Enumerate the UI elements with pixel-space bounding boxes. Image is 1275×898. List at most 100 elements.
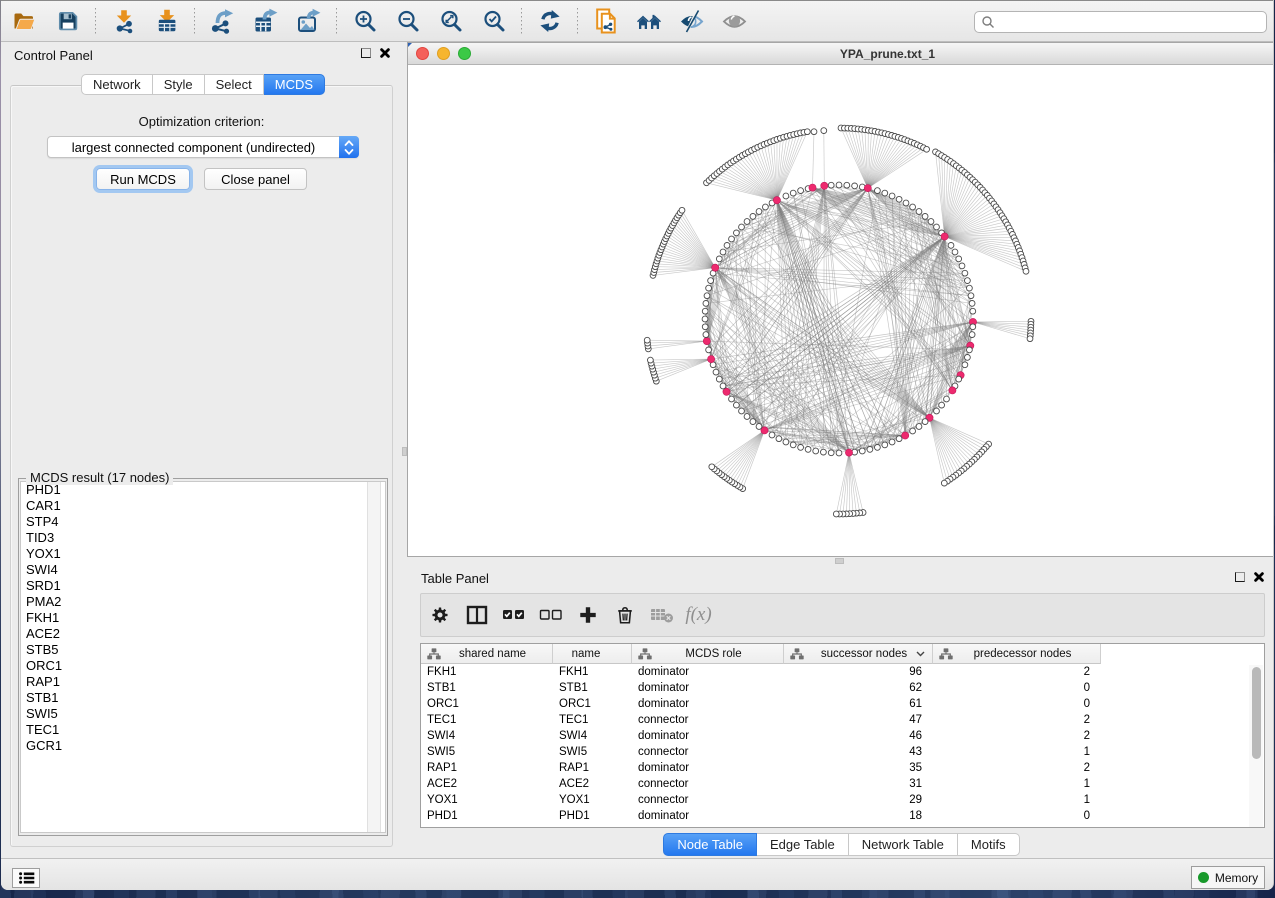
open-file-icon[interactable] <box>12 8 38 34</box>
table-cell: 31 <box>784 776 933 792</box>
status-bar: Memory <box>1 858 1274 890</box>
mcds-node-item[interactable]: SWI5 <box>21 706 385 722</box>
close-window-icon[interactable] <box>416 47 429 60</box>
search-field[interactable] <box>974 11 1267 33</box>
mcds-node-item[interactable]: TID3 <box>21 530 385 546</box>
table-cell: FKH1 <box>553 664 632 680</box>
delete-table-icon[interactable] <box>643 605 680 625</box>
zoom-fit-icon[interactable] <box>438 8 464 34</box>
table-row[interactable]: FKH1FKH1dominator962 <box>421 664 1264 680</box>
tab-network-table[interactable]: Network Table <box>849 833 958 856</box>
node-table-header: shared namenameMCDS rolesuccessor nodesp… <box>421 644 1264 664</box>
column-header-successor-nodes[interactable]: successor nodes <box>784 644 933 664</box>
column-header-shared-name[interactable]: shared name <box>421 644 553 664</box>
control-panel: Control Panel NetworkStyleSelectMCDS Opt… <box>1 42 402 862</box>
select-all-icon[interactable] <box>495 604 532 626</box>
table-scrollbar-thumb[interactable] <box>1252 667 1261 759</box>
mcds-node-item[interactable]: STB5 <box>21 642 385 658</box>
toolbar-separator <box>336 8 337 35</box>
mcds-node-item[interactable]: GCR1 <box>21 738 385 754</box>
deselect-all-icon[interactable] <box>532 604 569 626</box>
eye-icon[interactable] <box>722 8 748 34</box>
tab-node-table[interactable]: Node Table <box>663 833 757 856</box>
table-row[interactable]: TEC1TEC1connector472 <box>421 712 1264 728</box>
table-cell: TEC1 <box>421 712 553 728</box>
close-table-panel-icon[interactable] <box>1254 572 1264 582</box>
table-row[interactable]: SWI4SWI4dominator462 <box>421 728 1264 744</box>
mcds-node-item[interactable]: SRD1 <box>21 578 385 594</box>
network-canvas[interactable] <box>408 65 1274 556</box>
export-network-icon[interactable] <box>210 8 236 34</box>
tab-edge-table[interactable]: Edge Table <box>757 833 849 856</box>
mcds-node-item[interactable]: ORC1 <box>21 658 385 674</box>
table-row[interactable]: YOX1YOX1connector291 <box>421 792 1264 808</box>
mcds-node-item[interactable]: SWI4 <box>21 562 385 578</box>
run-mcds-button[interactable]: Run MCDS <box>96 168 190 190</box>
split-view-icon[interactable] <box>458 604 495 626</box>
column-header-name[interactable]: name <box>553 644 632 664</box>
add-column-icon[interactable] <box>569 605 606 625</box>
column-header-MCDS-role[interactable]: MCDS role <box>632 644 784 664</box>
toolbar-separator <box>95 8 96 35</box>
table-cell: 61 <box>784 696 933 712</box>
column-header-predecessor-nodes[interactable]: predecessor nodes <box>933 644 1101 664</box>
import-network-icon[interactable] <box>111 8 137 34</box>
minimize-window-icon[interactable] <box>437 47 450 60</box>
table-scrollbar[interactable] <box>1249 665 1263 828</box>
table-cell: dominator <box>632 728 784 744</box>
column-settings-icon[interactable] <box>421 606 458 624</box>
mcds-node-item[interactable]: TEC1 <box>21 722 385 738</box>
tab-select[interactable]: Select <box>205 74 264 95</box>
table-cell: 1 <box>933 744 1101 760</box>
function-builder-icon[interactable]: f(x) <box>680 604 717 626</box>
horizontal-splitter[interactable] <box>407 557 1274 566</box>
export-table-icon[interactable] <box>253 8 279 34</box>
mcds-node-item[interactable]: ACE2 <box>21 626 385 642</box>
mcds-result-list[interactable]: PHD1CAR1STP4TID3YOX1SWI4SRD1PMA2FKH1ACE2… <box>20 481 386 833</box>
eye-slash-icon[interactable] <box>679 8 705 34</box>
task-history-button[interactable] <box>12 868 40 888</box>
network-window-title: YPA_prune.txt_1 <box>500 47 1274 61</box>
zoom-out-icon[interactable] <box>395 8 421 34</box>
mcds-node-item[interactable]: PMA2 <box>21 594 385 610</box>
mcds-node-item[interactable]: YOX1 <box>21 546 385 562</box>
table-row[interactable]: PHD1PHD1dominator180 <box>421 808 1264 824</box>
control-panel-titlebar: Control Panel <box>1 42 402 68</box>
mcds-node-item[interactable]: FKH1 <box>21 610 385 626</box>
mcds-list-scrollbar[interactable] <box>367 482 381 832</box>
table-row[interactable]: RAP1RAP1dominator352 <box>421 760 1264 776</box>
table-row[interactable]: ORC1ORC1dominator610 <box>421 696 1264 712</box>
tab-motifs[interactable]: Motifs <box>958 833 1020 856</box>
mcds-node-item[interactable]: RAP1 <box>21 674 385 690</box>
houses-icon[interactable] <box>636 8 662 34</box>
table-cell: 2 <box>933 712 1101 728</box>
refresh-icon[interactable] <box>537 8 563 34</box>
table-row[interactable]: ACE2ACE2connector311 <box>421 776 1264 792</box>
tab-style[interactable]: Style <box>153 74 205 95</box>
float-table-panel-icon[interactable] <box>1235 572 1245 582</box>
zoom-in-icon[interactable] <box>352 8 378 34</box>
search-input[interactable] <box>995 12 1266 32</box>
mcds-node-item[interactable]: STP4 <box>21 514 385 530</box>
import-table-icon[interactable] <box>154 8 180 34</box>
horizontal-splitter-grip[interactable] <box>835 558 844 564</box>
float-window-icon[interactable] <box>361 48 371 58</box>
close-panel-button[interactable]: Close panel <box>204 168 307 190</box>
delete-column-icon[interactable] <box>606 604 643 626</box>
tab-mcds[interactable]: MCDS <box>264 74 325 95</box>
table-row[interactable]: STB1STB1dominator620 <box>421 680 1264 696</box>
mcds-node-item[interactable]: STB1 <box>21 690 385 706</box>
tab-network[interactable]: Network <box>81 74 153 95</box>
memory-button[interactable]: Memory <box>1191 866 1265 889</box>
close-panel-icon[interactable] <box>380 48 390 58</box>
criterion-dropdown[interactable]: largest connected component (undirected) <box>47 136 359 158</box>
maximize-window-icon[interactable] <box>458 47 471 60</box>
zoom-selected-icon[interactable] <box>481 8 507 34</box>
table-cell: YOX1 <box>553 792 632 808</box>
export-image-icon[interactable] <box>296 8 322 34</box>
document-share-icon[interactable] <box>593 8 619 34</box>
table-row[interactable]: SWI5SWI5connector431 <box>421 744 1264 760</box>
mcds-node-item[interactable]: CAR1 <box>21 498 385 514</box>
table-cell: 35 <box>784 760 933 776</box>
save-session-icon[interactable] <box>55 8 81 34</box>
